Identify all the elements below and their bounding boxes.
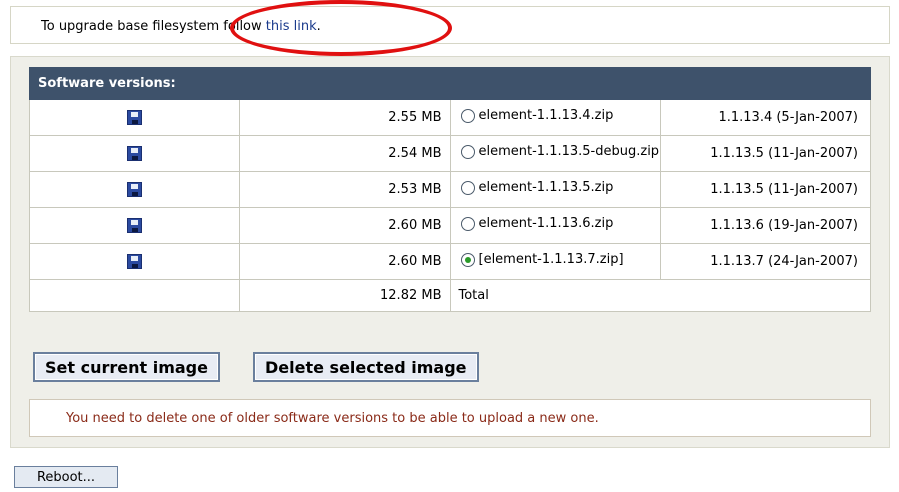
file-name: [element-1.1.13.7.zip] (478, 252, 624, 268)
file-size: 2.60 MB (239, 243, 451, 280)
file-size: 2.54 MB (239, 135, 451, 172)
file-name: element-1.1.13.6.zip (478, 216, 614, 232)
upload-warning-box: You need to delete one of older software… (29, 399, 871, 437)
table-row: 2.55 MB element-1.1.13.4.zip 1.1.13.4 (5… (28, 99, 872, 136)
file-name: element-1.1.13.4.zip (478, 108, 614, 124)
version-date: 1.1.13.5 (11-Jan-2007) (659, 171, 872, 208)
version-date: 1.1.13.5 (11-Jan-2007) (659, 135, 872, 172)
floppy-disk-icon[interactable] (127, 182, 143, 197)
set-current-image-button[interactable]: Set current image (33, 352, 220, 382)
table-row: 2.60 MB [element-1.1.13.7.zip] 1.1.13.7 … (28, 243, 872, 280)
total-row: 12.82 MB Total (28, 279, 871, 312)
delete-selected-image-button[interactable]: Delete selected image (253, 352, 479, 382)
floppy-disk-icon[interactable] (127, 110, 143, 125)
file-name: element-1.1.13.5.zip (478, 180, 614, 196)
software-versions-table: Software versions: 2.55 MB element-1.1.1… (28, 67, 872, 312)
red-highlight-circle (230, 0, 452, 56)
floppy-disk-icon[interactable] (127, 146, 143, 161)
total-size: 12.82 MB (239, 279, 451, 312)
floppy-disk-icon[interactable] (127, 254, 143, 269)
version-radio[interactable] (460, 108, 475, 123)
table-row: 2.53 MB element-1.1.13.5.zip 1.1.13.5 (1… (28, 171, 872, 208)
version-radio[interactable] (460, 216, 475, 231)
software-versions-header: Software versions: (29, 67, 871, 100)
floppy-disk-icon[interactable] (127, 218, 143, 233)
version-radio-selected[interactable] (460, 252, 475, 267)
version-date: 1.1.13.4 (5-Jan-2007) (659, 99, 872, 136)
version-date: 1.1.13.7 (24-Jan-2007) (659, 243, 872, 280)
file-name: element-1.1.13.5-debug.zip (478, 144, 660, 160)
total-label: Total (449, 279, 871, 312)
file-size: 2.60 MB (239, 207, 451, 244)
upgrade-notice-label: To upgrade base filesystem follow (41, 19, 262, 34)
file-size: 2.55 MB (239, 99, 451, 136)
version-radio[interactable] (460, 180, 475, 195)
version-radio[interactable] (460, 144, 475, 159)
reboot-button[interactable]: Reboot... (14, 466, 118, 488)
version-date: 1.1.13.6 (19-Jan-2007) (659, 207, 872, 244)
file-size: 2.53 MB (239, 171, 451, 208)
upload-warning-text: You need to delete one of older software… (66, 411, 599, 426)
table-row: 2.60 MB element-1.1.13.6.zip 1.1.13.6 (1… (28, 207, 872, 244)
table-row: 2.54 MB element-1.1.13.5-debug.zip 1.1.1… (28, 135, 872, 172)
software-panel: Software versions: 2.55 MB element-1.1.1… (10, 56, 890, 448)
